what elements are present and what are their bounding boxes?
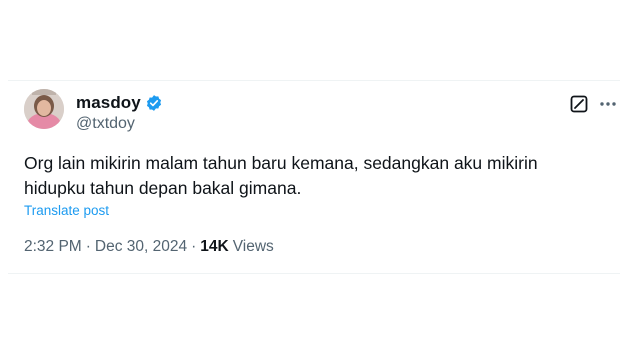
avatar[interactable]: [24, 89, 64, 129]
avatar-image: [24, 89, 64, 129]
display-name[interactable]: masdoy: [76, 93, 141, 113]
meta-separator: ·: [85, 238, 91, 255]
page: masdoy @txtdoy Org lain mikirin malam ta…: [0, 0, 640, 360]
tweet-card: masdoy @txtdoy Org lain mikirin malam ta…: [8, 80, 620, 274]
verified-badge-icon[interactable]: [145, 94, 163, 112]
tweet-date[interactable]: Dec 30, 2024: [95, 238, 187, 256]
author-name-row: masdoy: [76, 92, 163, 114]
more-icon[interactable]: [598, 95, 618, 113]
author-handle[interactable]: @txtdoy: [76, 115, 135, 133]
translate-post-link[interactable]: Translate post: [24, 203, 109, 218]
tweet-meta: 2:32 PM · Dec 30, 2024 · 14K Views: [24, 238, 274, 256]
grok-icon[interactable]: [570, 95, 588, 113]
tweet-time[interactable]: 2:32 PM: [24, 238, 82, 256]
views-count[interactable]: 14K: [200, 238, 228, 256]
views-label: Views: [232, 238, 274, 255]
meta-separator: ·: [191, 238, 197, 255]
tweet-text: Org lain mikirin malam tahun baru kemana…: [24, 153, 538, 198]
